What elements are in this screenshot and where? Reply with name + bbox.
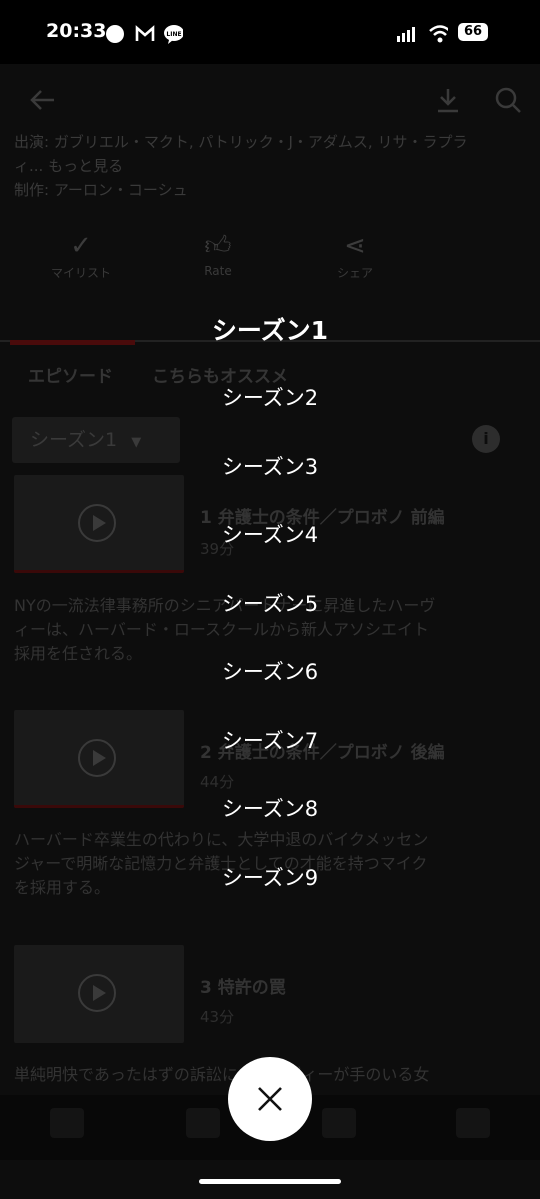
season-option-2[interactable]: シーズン2 <box>0 382 540 412</box>
home-indicator[interactable] <box>199 1179 341 1184</box>
season-option-3[interactable]: シーズン3 <box>0 451 540 481</box>
close-button[interactable] <box>228 1057 312 1141</box>
season-option-5[interactable]: シーズン5 <box>0 588 540 618</box>
season-option-8[interactable]: シーズン8 <box>0 793 540 823</box>
season-option-4[interactable]: シーズン4 <box>0 519 540 549</box>
season-option-7[interactable]: シーズン7 <box>0 725 540 755</box>
close-icon <box>258 1087 282 1111</box>
season-option-6[interactable]: シーズン6 <box>0 656 540 686</box>
season-option-9[interactable]: シーズン9 <box>0 862 540 892</box>
season-option-1[interactable]: シーズン1 <box>0 311 540 347</box>
